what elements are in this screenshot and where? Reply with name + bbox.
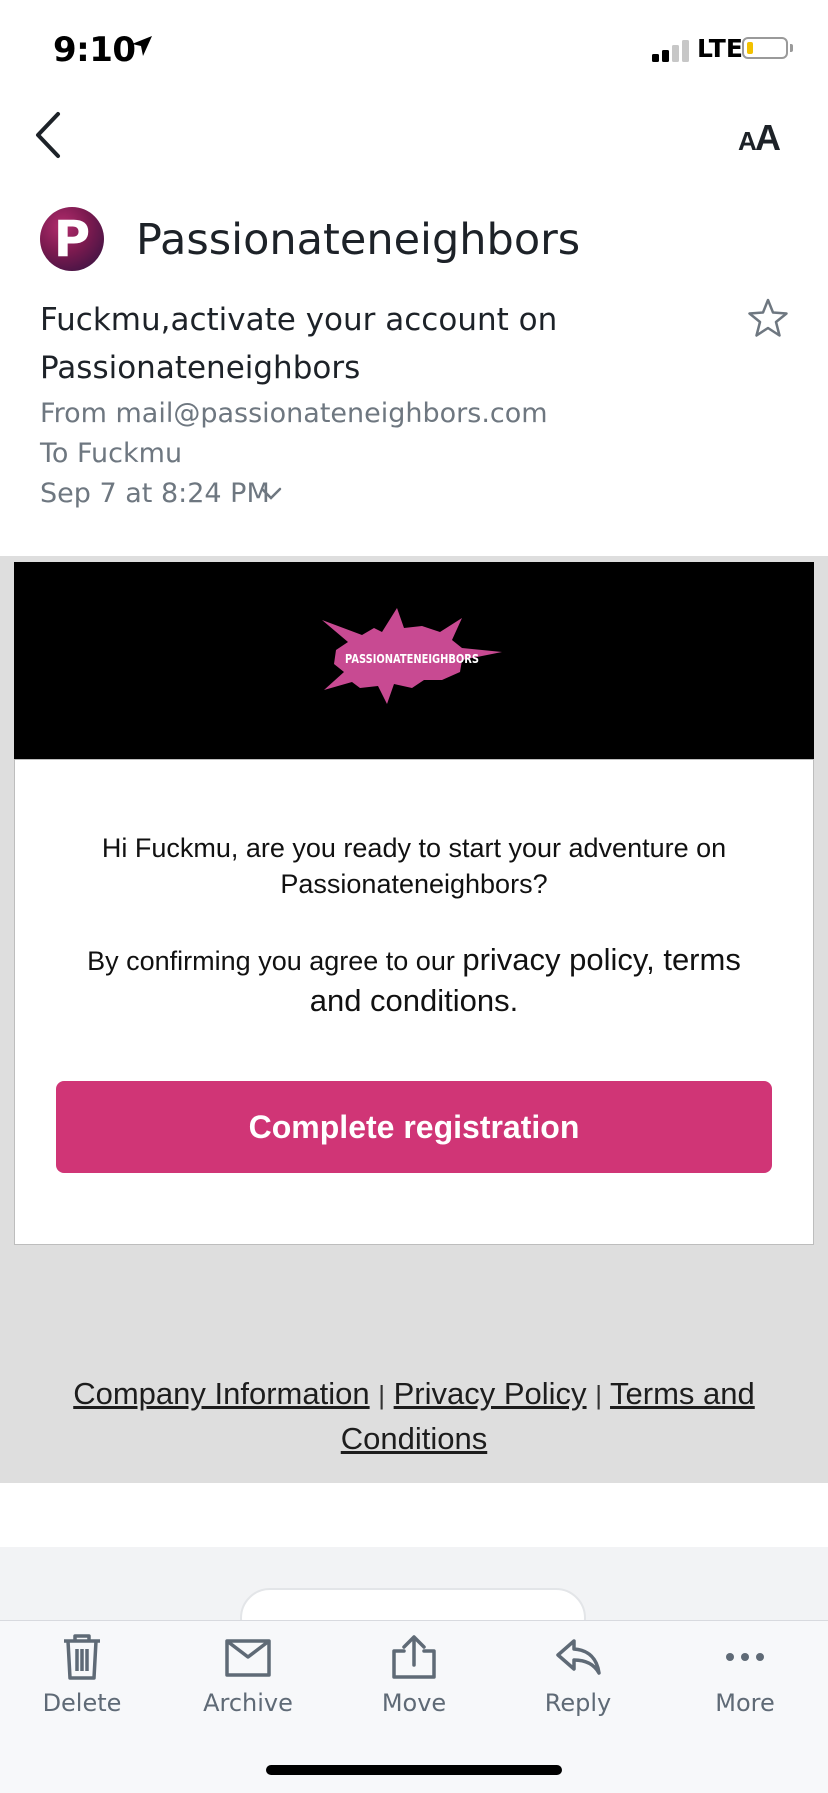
- footer-links: Company Information | Privacy Policy | T…: [40, 1372, 788, 1461]
- signal-strength-icon: [652, 38, 692, 62]
- network-type: LTE: [697, 34, 743, 63]
- confirm-prefix: By confirming you agree to our: [87, 946, 463, 976]
- battery-tip: [790, 44, 793, 52]
- star-icon[interactable]: [746, 296, 790, 340]
- delete-label: Delete: [42, 1689, 122, 1717]
- to-line[interactable]: To Fuckmu: [40, 438, 182, 469]
- date-line[interactable]: Sep 7 at 8:24 PM: [40, 478, 270, 509]
- chevron-down-icon[interactable]: [260, 486, 282, 502]
- trash-icon: [64, 1634, 100, 1680]
- more-button[interactable]: More: [675, 1633, 815, 1743]
- sender-name[interactable]: Passionateneighbors: [136, 215, 580, 265]
- delete-button[interactable]: Delete: [12, 1633, 152, 1743]
- chevron-left-icon[interactable]: [30, 110, 70, 160]
- email-subject: Fuckmu,activate your account on Passiona…: [40, 302, 558, 386]
- archive-button[interactable]: Archive: [178, 1633, 318, 1743]
- archive-label: Archive: [203, 1689, 293, 1717]
- greeting-text: Hi Fuckmu, are you ready to start your a…: [101, 833, 727, 899]
- svg-text:A: A: [755, 118, 781, 158]
- status-time: 9:10: [53, 30, 136, 70]
- more-icon: [726, 1653, 764, 1661]
- reply-label: Reply: [544, 1689, 612, 1717]
- text-size-icon[interactable]: A A: [738, 118, 788, 158]
- brand-logo: PASSIONATENEIGHBORS: [322, 608, 502, 704]
- brand-logo-text: PASSIONATENEIGHBORS: [345, 651, 479, 666]
- footer-separator: |: [595, 1380, 602, 1410]
- move-label: Move: [381, 1689, 447, 1717]
- company-information-link[interactable]: Company Information: [73, 1376, 369, 1411]
- more-label: More: [715, 1689, 775, 1717]
- footer-separator: |: [378, 1380, 385, 1410]
- move-button[interactable]: Move: [344, 1633, 484, 1743]
- reply-button[interactable]: Reply: [508, 1633, 648, 1743]
- confirm-text: By confirming you agree to our privacy p…: [60, 940, 768, 1022]
- archive-icon: [225, 1639, 271, 1677]
- reply-icon: [556, 1639, 601, 1675]
- move-icon: [392, 1635, 436, 1679]
- home-indicator[interactable]: [266, 1765, 562, 1775]
- avatar: P: [40, 207, 104, 271]
- spacer: [0, 1483, 828, 1547]
- complete-registration-button[interactable]: Complete registration: [56, 1081, 772, 1173]
- location-arrow-icon: [132, 36, 152, 56]
- privacy-policy-link[interactable]: Privacy Policy: [394, 1376, 587, 1411]
- from-line[interactable]: From mail@passionateneighbors.com: [40, 398, 548, 429]
- battery-icon: [742, 37, 788, 59]
